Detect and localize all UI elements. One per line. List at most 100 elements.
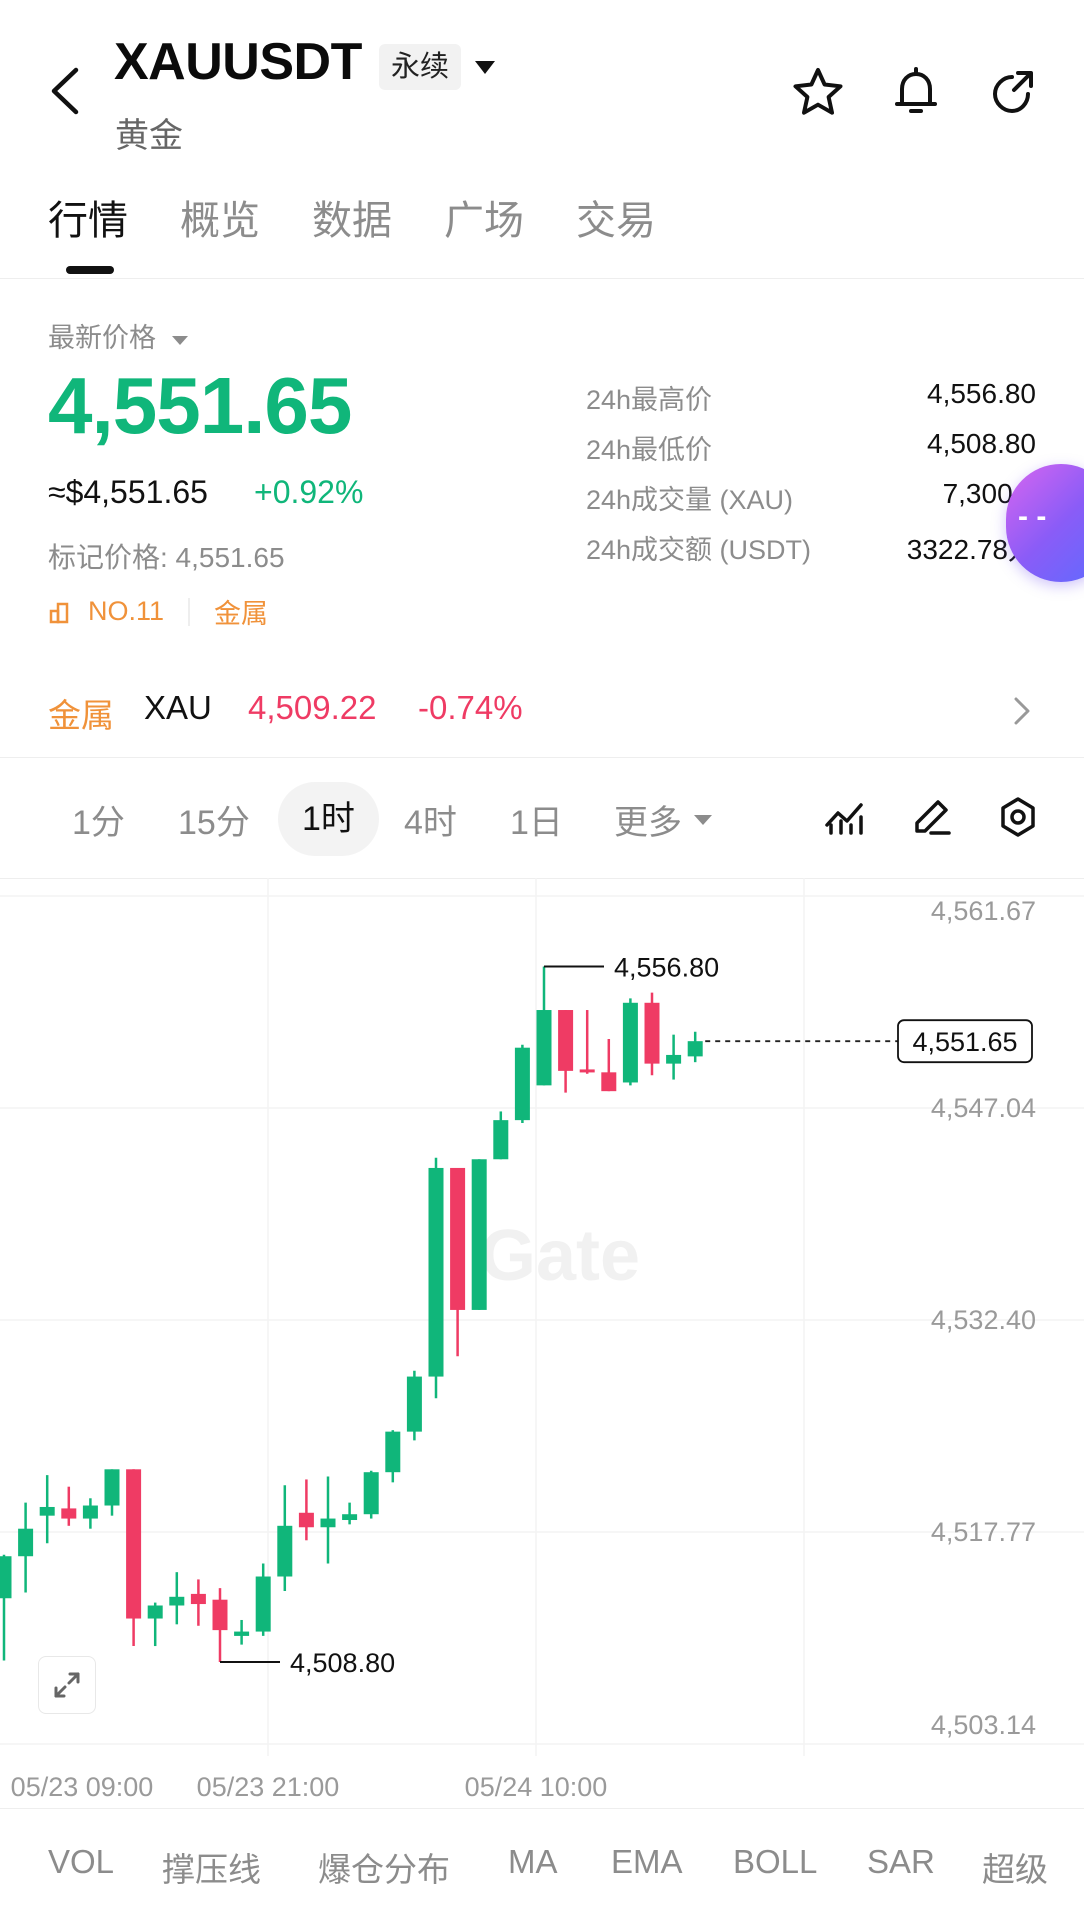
y-tick-label: 4,532.40 [931,1305,1036,1335]
x-tick-label: 05/23 21:00 [197,1772,340,1802]
interval-1d[interactable]: 1日 [510,795,563,844]
share-icon [992,71,1033,114]
symbol-title[interactable]: XAUUSDT [114,32,362,92]
share-button[interactable] [982,62,1042,122]
chevron-right-icon [1014,697,1030,725]
favorite-button[interactable] [788,62,848,122]
candle-body [126,1469,142,1619]
interval-toolbar: 1分 15分 1时 4时 1日 更多 [0,758,1084,879]
indicator-ema[interactable]: EMA [611,1843,683,1881]
tab-square[interactable]: 广场 [444,188,524,246]
candle-body [536,1010,552,1086]
price-change-percent: +0.92% [254,474,364,510]
high-marker-label: 4,556.80 [614,953,719,983]
candle-body [39,1506,55,1516]
tab-trade[interactable]: 交易 [576,188,656,246]
price-type-selector[interactable]: 最新价格 [48,316,190,355]
indicator-vol[interactable]: VOL [48,1843,114,1881]
stat-value-high: 4,556.80 [927,378,1036,409]
pencil-icon [915,800,951,835]
indicator-chart-icon [825,803,863,835]
interval-15m[interactable]: 15分 [178,795,250,844]
tab-overview[interactable]: 概览 [180,188,260,246]
main-tabs: 行情 概览 数据 广场 交易 [0,188,1084,279]
candle-body [666,1054,682,1064]
candle-body [104,1469,120,1506]
back-arrow-icon [51,67,79,115]
back-button[interactable] [40,60,96,120]
caret-down-icon [171,335,188,345]
category-tag[interactable]: 金属 [214,592,268,631]
dropdown-caret-icon [475,61,495,74]
stat-label-volume: 24h成交量 (XAU) [586,485,794,515]
related-market-row[interactable]: 金属 XAU 4,509.22 -0.74% [0,665,1084,758]
drawing-tool-button[interactable] [906,792,956,842]
interval-1m[interactable]: 1分 [72,795,125,844]
candle-body [579,1069,595,1073]
stat-value-low: 4,508.80 [927,428,1036,459]
candlestick-chart[interactable]: Gate 4,556.80 4,508.80 4,551.65 4,561.67 4,… [0,878,1084,1808]
candle-body [82,1505,98,1519]
rank-chart-icon [49,602,69,623]
caret-down-icon [694,814,712,825]
chart-watermark: Gate [480,1216,640,1296]
candle-body [169,1596,185,1606]
related-change: -0.74% [418,689,523,726]
candle-body [558,1010,574,1071]
candle-body [234,1631,250,1636]
settings-hexagon-icon [1001,797,1035,837]
alert-button[interactable] [886,62,946,122]
rank-divider [188,597,191,626]
stat-label-low: 24h最低价 [586,435,713,465]
fullscreen-button[interactable] [38,1656,96,1714]
bell-icon [895,67,937,113]
candle-body [298,1512,314,1528]
interval-4h[interactable]: 4时 [404,795,457,844]
candle-body [601,1072,617,1092]
tab-data[interactable]: 数据 [312,188,392,246]
low-marker-label: 4,508.80 [290,1648,395,1678]
last-price: 4,551.65 [48,361,352,450]
chart-grid [0,878,1084,1756]
indicator-sar[interactable]: SAR [867,1843,935,1881]
stat-label-turnover: 24h成交额 (USDT) [586,535,812,565]
y-tick-label: 4,561.67 [931,896,1036,926]
y-tick-label: 4,517.77 [931,1517,1036,1547]
stat-label-high: 24h最高价 [586,385,713,415]
candle-body [255,1576,271,1632]
candle-body [277,1525,293,1577]
indicator-button[interactable] [820,792,870,842]
candle-body [622,1002,638,1083]
symbol-dropdown[interactable] [470,56,500,80]
indicator-bar: VOL 撑压线 爆仓分布 MA EMA BOLL SAR 超级 [0,1808,1084,1909]
candle-body [385,1431,401,1473]
indicator-ma[interactable]: MA [508,1843,558,1881]
candle-body [212,1599,228,1631]
related-symbol: XAU [144,689,212,726]
candle-body [428,1167,444,1377]
floating-button-text: - - [1018,500,1047,533]
y-tick-label: 4,547.04 [931,1093,1036,1123]
price-type-label: 最新价格 [48,323,156,353]
indicator-boll[interactable]: BOLL [733,1843,817,1881]
interval-more[interactable]: 更多 [614,795,714,844]
indicator-super[interactable]: 超级 [982,1843,1048,1891]
interval-1h[interactable]: 1时 [278,782,379,856]
symbol-subtitle: 黄金 [115,117,183,155]
candle-body [320,1518,336,1528]
star-icon [793,68,843,115]
active-tab-indicator [66,266,114,274]
rank-number: NO.11 [88,596,165,626]
chart-settings-button[interactable] [993,792,1043,842]
candle-body [493,1120,509,1160]
candle-body [363,1472,379,1515]
x-axis-ticks: 05/23 09:00 05/23 21:00 05/24 10:00 [11,1772,608,1802]
indicator-support-resistance[interactable]: 撑压线 [162,1843,261,1891]
tab-market[interactable]: 行情 [48,188,128,246]
current-price-label: 4,551.65 [912,1027,1017,1057]
candle-body [61,1508,77,1519]
indicator-liquidation[interactable]: 爆仓分布 [318,1843,450,1891]
contract-type-badge: 永续 [379,44,462,90]
rank-tag[interactable]: NO.11 金属 [48,592,268,631]
candle-body [406,1376,422,1432]
